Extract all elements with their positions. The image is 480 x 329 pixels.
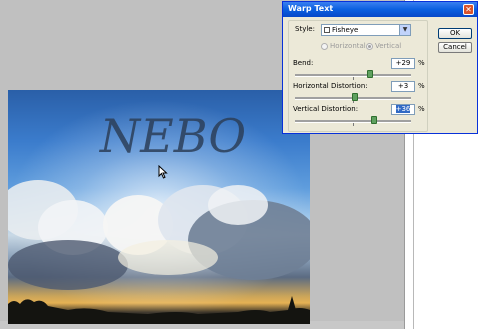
warped-text-nebo[interactable]: NEBO [88,110,258,160]
dialog-title-bar[interactable]: Warp Text ✕ [283,2,477,17]
style-icon [324,27,330,33]
bend-value: +29 [395,59,411,67]
style-value: Fisheye [332,26,359,34]
bend-slider-thumb[interactable] [366,70,373,78]
horizontal-radio[interactable] [321,43,328,50]
vertical-distortion-center-tick [353,123,354,126]
bend-center-tick [353,77,354,80]
bend-field[interactable]: +29 [391,58,415,69]
warp-text-dialog: Warp Text ✕ Style: Fisheye ▼ Horizontal … [282,1,478,134]
bend-unit: % [418,59,425,67]
nebo-text: NEBO [99,110,246,160]
horizontal-distortion-value: +3 [397,82,409,90]
arrow-cursor-icon [158,165,168,179]
warp-settings: Style: Fisheye ▼ Horizontal Vertical Ben… [291,24,425,133]
horizontal-distortion-label: Horizontal Distortion: [293,82,368,90]
close-icon[interactable]: ✕ [463,4,474,15]
dialog-title: Warp Text [288,4,334,13]
vertical-distortion-label: Vertical Distortion: [293,105,359,113]
vertical-label: Vertical [375,42,402,50]
vertical-distortion-slider-thumb[interactable] [370,116,377,124]
vertical-distortion-field[interactable]: +36 [391,104,415,115]
document-image[interactable]: NEBO [8,90,310,324]
horizontal-label: Horizontal [330,42,366,50]
vertical-radio[interactable] [366,43,373,50]
cloud [208,185,268,225]
horizontal-distortion-unit: % [418,82,425,90]
tree-silhouette [8,296,310,324]
ok-button[interactable]: OK [438,28,472,39]
dropdown-arrow-icon[interactable]: ▼ [399,25,410,35]
style-label: Style: [295,25,315,33]
cloud [8,240,128,290]
cancel-button[interactable]: Cancel [438,42,472,53]
vertical-distortion-value: +36 [395,105,411,113]
style-select[interactable]: Fisheye ▼ [321,24,411,36]
cloud [118,240,218,275]
vertical-distortion-unit: % [418,105,425,113]
bend-label: Bend: [293,59,314,67]
horizontal-distortion-field[interactable]: +3 [391,81,415,92]
horizontal-distortion-slider-thumb[interactable] [351,93,358,101]
